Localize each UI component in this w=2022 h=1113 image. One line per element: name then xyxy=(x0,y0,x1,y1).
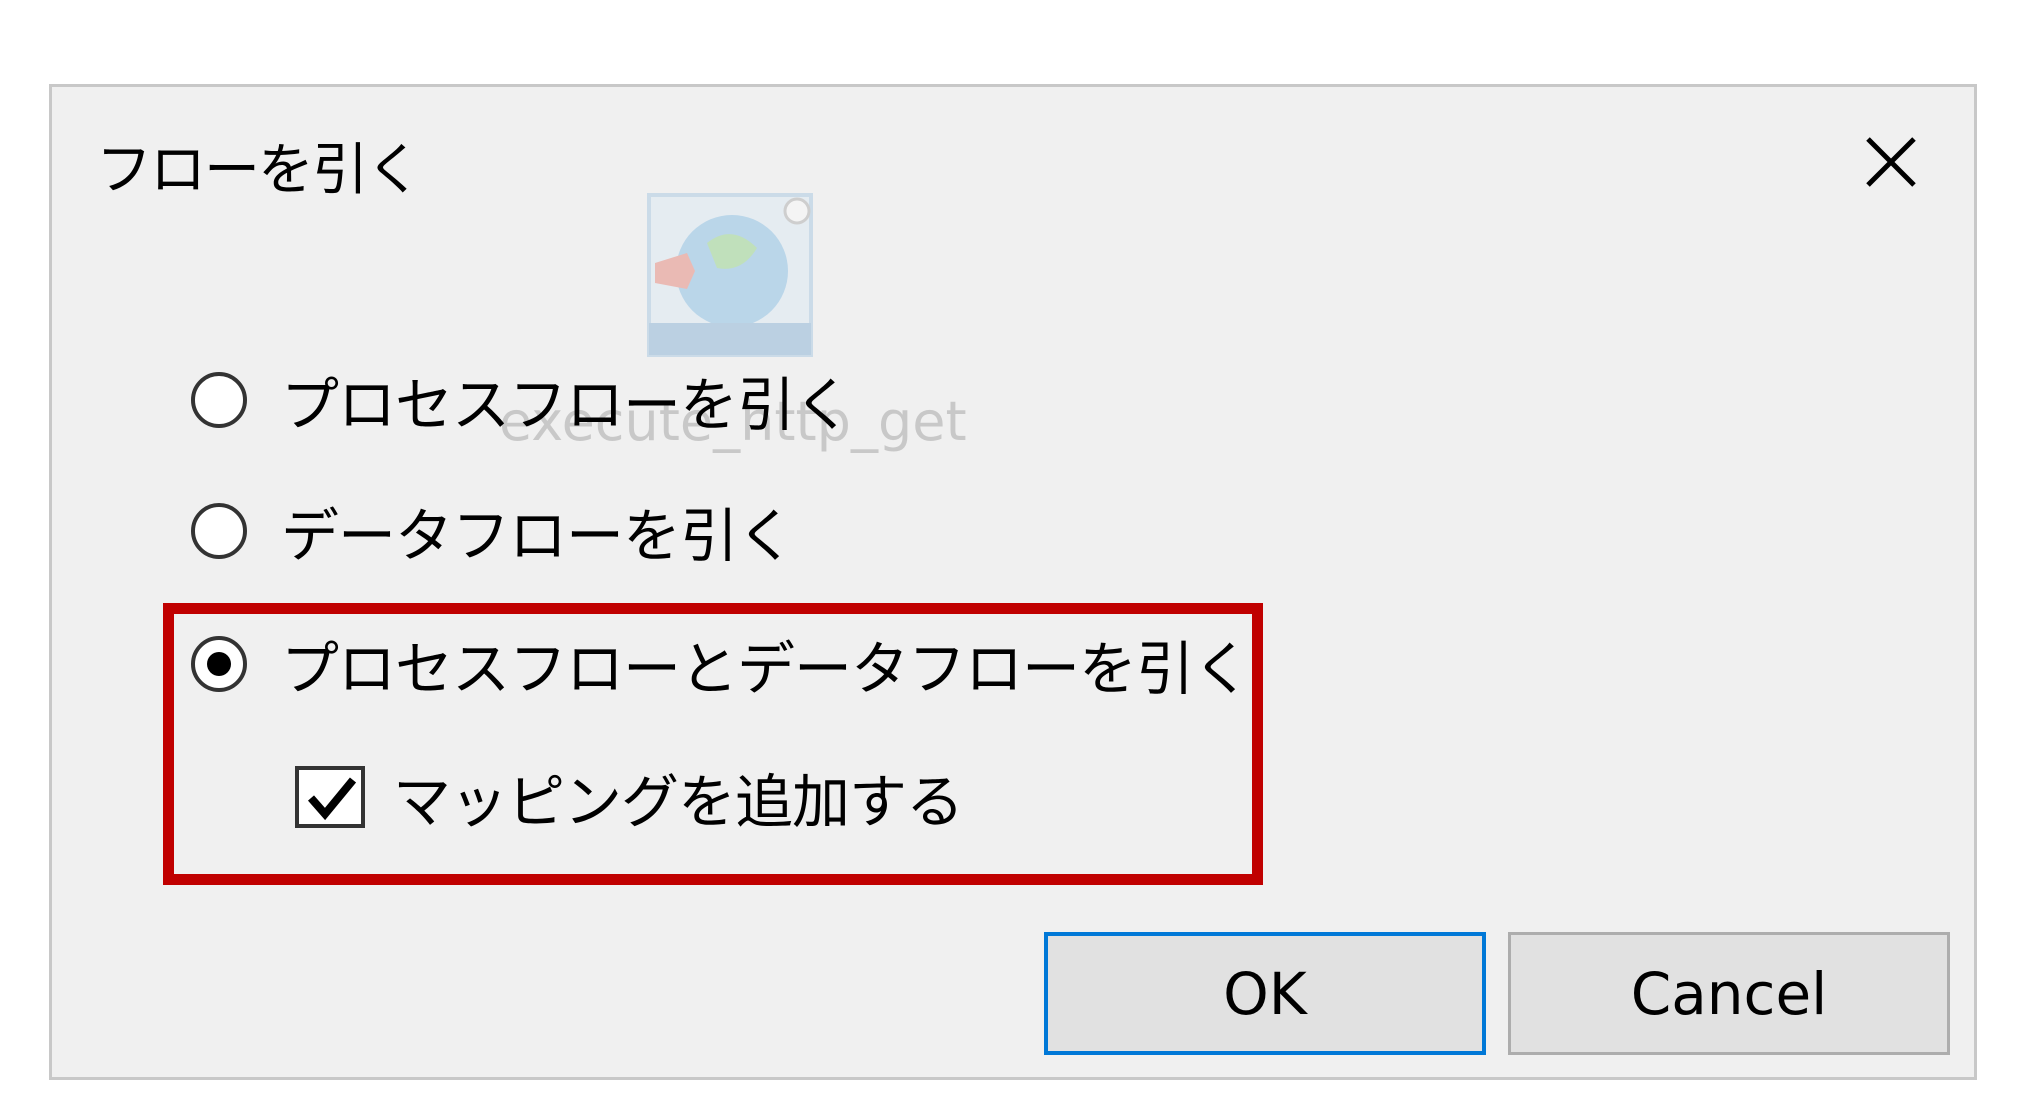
radio-process-and-data-flow-label: プロセスフローとデータフローを引く xyxy=(281,635,1251,703)
radio-button[interactable] xyxy=(191,636,247,692)
close-icon xyxy=(1866,137,1916,187)
radio-button[interactable] xyxy=(191,503,247,559)
checkbox-box[interactable] xyxy=(295,766,365,828)
radio-process-and-data-flow[interactable]: プロセスフローとデータフローを引く xyxy=(191,622,1251,706)
radio-data-flow-label: データフローを引く xyxy=(281,502,795,570)
ok-button[interactable]: OK xyxy=(1044,932,1486,1055)
rest-globe-icon xyxy=(647,193,813,357)
checkmark-icon xyxy=(307,777,357,821)
close-button[interactable] xyxy=(1856,127,1926,197)
add-mapping-checkbox[interactable]: マッピングを追加する xyxy=(295,755,964,839)
dialog-title: フローを引く xyxy=(96,138,422,203)
radio-process-flow[interactable]: プロセスフローを引く xyxy=(191,358,852,442)
cancel-button[interactable]: Cancel xyxy=(1508,932,1950,1055)
radio-data-flow[interactable]: データフローを引く xyxy=(191,489,795,573)
radio-selected-dot xyxy=(207,652,231,676)
add-mapping-label: マッピングを追加する xyxy=(393,768,964,836)
radio-process-flow-label: プロセスフローを引く xyxy=(281,371,852,439)
draw-flow-dialog: フローを引く execute_http_get プロセスフローを引く データフロ… xyxy=(49,84,1977,1080)
radio-button[interactable] xyxy=(191,372,247,428)
